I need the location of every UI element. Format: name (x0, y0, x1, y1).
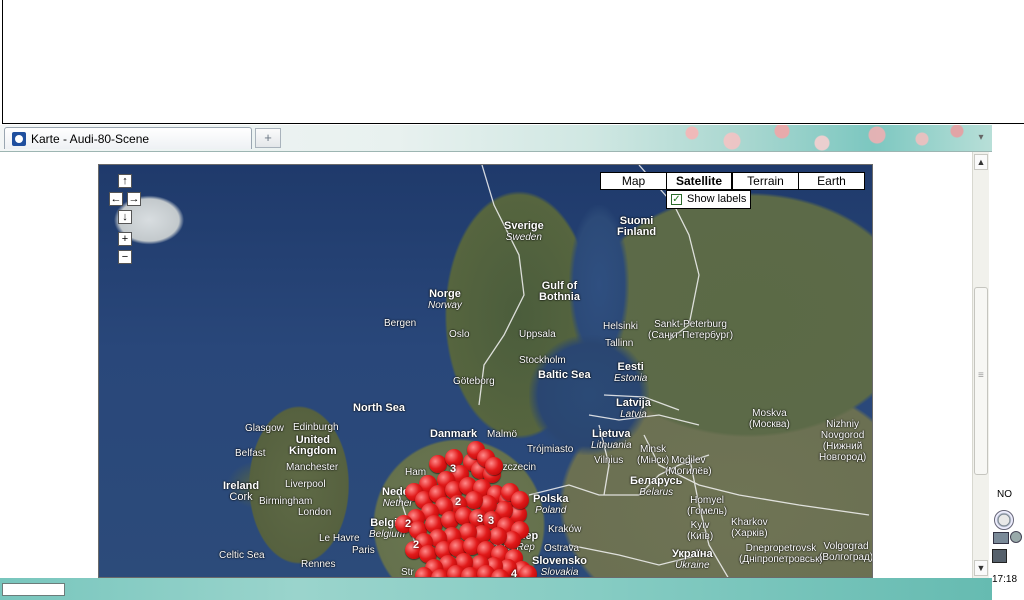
label-kyiv: Kyiv (Київ) (687, 520, 714, 542)
label-sverige: Sverige Sweden (504, 220, 544, 244)
label-helsinki: Helsinki (603, 321, 639, 332)
label-goteborg: Göteborg (453, 376, 495, 387)
label-oslo: Oslo (449, 329, 470, 340)
label-le-havre: Le Havre (319, 533, 360, 544)
scroll-up-arrow-icon[interactable]: ▲ (974, 154, 988, 170)
map-marker[interactable] (465, 491, 483, 509)
blank-panel-right (896, 0, 1024, 124)
show-labels-text: Show labels (687, 193, 747, 205)
status-bar (0, 578, 992, 600)
label-gulf-of-bothnia: Gulf of Bothnia (539, 280, 580, 303)
label-ostrava: Ostrava (544, 543, 580, 554)
tab-list-dropdown-icon[interactable]: ▾ (973, 129, 989, 147)
pan-left-button[interactable]: ← (109, 192, 123, 206)
label-trojmiasto: Trójmiasto (527, 444, 574, 455)
checkbox-checked-icon[interactable]: ✓ (671, 194, 682, 205)
browser-chrome-area (0, 0, 1024, 126)
label-sankt-peterburg: Sankt-Peterburg (Санкт-Петербург) (648, 319, 734, 341)
new-tab-button[interactable]: + (255, 128, 281, 148)
theme-blossom-decoration (672, 125, 972, 151)
marker-count-label: 3 (450, 463, 457, 475)
label-moskva: Moskva (Москва) (749, 408, 790, 430)
label-homyel: Homyel (Гомель) (687, 495, 728, 517)
map-type-earth-button[interactable]: Earth (798, 172, 865, 190)
label-uppsala: Uppsala (519, 329, 556, 340)
tab-karte[interactable]: Karte - Audi-80-Scene (4, 127, 252, 149)
label-slovensko: Slovensko Slovakia (532, 555, 588, 578)
label-volgograd: Volgograd (Волгоград) (819, 541, 873, 563)
label-tallinn: Tallinn (605, 338, 634, 349)
clock[interactable]: 17:18 (992, 574, 1017, 585)
system-tray: NO 17:18 (992, 152, 1024, 600)
label-liverpool: Liverpool (285, 479, 326, 490)
label-danmark: Danmark (430, 428, 478, 440)
computer-icon[interactable] (992, 549, 1007, 563)
label-glasgow: Glasgow (245, 423, 284, 434)
label-paris: Paris (352, 545, 375, 556)
label-rennes: Rennes (301, 559, 336, 570)
label-celtic-sea: Celtic Sea (219, 550, 265, 561)
pan-up-button[interactable]: ↑ (118, 174, 132, 188)
marker-count-label: 4 (511, 568, 518, 578)
label-stockholm: Stockholm (519, 355, 566, 366)
label-bergen: Bergen (384, 318, 417, 329)
pan-down-button[interactable]: ↓ (118, 210, 132, 224)
site-favicon-icon (12, 132, 26, 146)
tab-title: Karte - Audi-80-Scene (31, 132, 150, 146)
label-baltic-sea: Baltic Sea (538, 369, 591, 381)
label-ireland: Ireland Cork (223, 480, 260, 503)
label-united-kingdom: United Kingdom (289, 434, 337, 457)
label-malmo: Malmö (487, 429, 518, 440)
label-manchester: Manchester (286, 462, 339, 473)
map-type-satellite-button[interactable]: Satellite (666, 172, 732, 190)
map-type-map-button[interactable]: Map (600, 172, 667, 190)
satellite-map[interactable]: Map Satellite Terrain Earth ✓ Show label… (98, 164, 873, 578)
volume-icon[interactable] (1010, 531, 1022, 543)
page-content: Map Satellite Terrain Earth ✓ Show label… (0, 152, 972, 578)
label-mogilev: Mogilev (Могилёв) (665, 455, 712, 477)
marker-count-label: 2 (455, 496, 462, 508)
label-eesti: Eesti Estonia (614, 361, 648, 385)
label-suomi: Suomi Finland (617, 215, 657, 238)
map-marker[interactable] (519, 565, 537, 577)
status-field (2, 583, 65, 596)
marker-count-label: 2 (405, 518, 412, 530)
show-labels-toggle[interactable]: ✓ Show labels (666, 190, 751, 209)
network-globe-icon[interactable] (994, 510, 1014, 530)
label-norge: Norge Norway (428, 288, 462, 312)
monitor-icon[interactable] (993, 532, 1009, 544)
pan-right-button[interactable]: → (127, 192, 141, 206)
label-vilnius: Vilnius (594, 455, 624, 466)
zoom-out-button[interactable]: − (118, 250, 132, 264)
label-polska: Polska Poland (533, 493, 569, 517)
label-krakow: Kraków (548, 524, 582, 535)
label-london: London (298, 507, 332, 518)
label-latvija: Latvija Latvia (616, 397, 651, 421)
label-dnepropetrovsk: Dnepropetrovsk (Дніпропетровськ) (739, 543, 823, 565)
language-indicator[interactable]: NO (997, 489, 1012, 500)
marker-count-label: 3 (488, 515, 495, 527)
label-north-sea: North Sea (353, 402, 405, 414)
vertical-scrollbar[interactable]: ▲ ▼ (972, 152, 989, 578)
zoom-in-button[interactable]: + (118, 232, 132, 246)
label-birmingham: Birmingham (259, 496, 313, 507)
marker-count-label: 2 (413, 539, 420, 551)
label-strasbourg: Str (401, 567, 414, 578)
map-marker[interactable] (511, 491, 529, 509)
label-edinburgh: Edinburgh (293, 422, 339, 433)
scroll-down-arrow-icon[interactable]: ▼ (974, 560, 988, 576)
label-belfast: Belfast (235, 448, 266, 459)
label-ukraina: Україна Ukraine (672, 548, 713, 572)
marker-count-label: 3 (477, 513, 484, 525)
map-type-terrain-button[interactable]: Terrain (732, 172, 799, 190)
label-belarus: Беларусь Belarus (630, 475, 683, 499)
label-nizhniy-novgorod: Nizhniy Novgorod (Нижний Новгород) (819, 419, 867, 463)
blank-panel-left (2, 0, 897, 124)
label-lietuva: Lietuva Lithuania (591, 428, 632, 452)
label-kharkov: Kharkov (Харків) (731, 517, 768, 539)
tab-strip: Karte - Audi-80-Scene + (0, 125, 992, 152)
map-marker[interactable] (485, 457, 503, 475)
scroll-thumb[interactable] (974, 287, 988, 475)
